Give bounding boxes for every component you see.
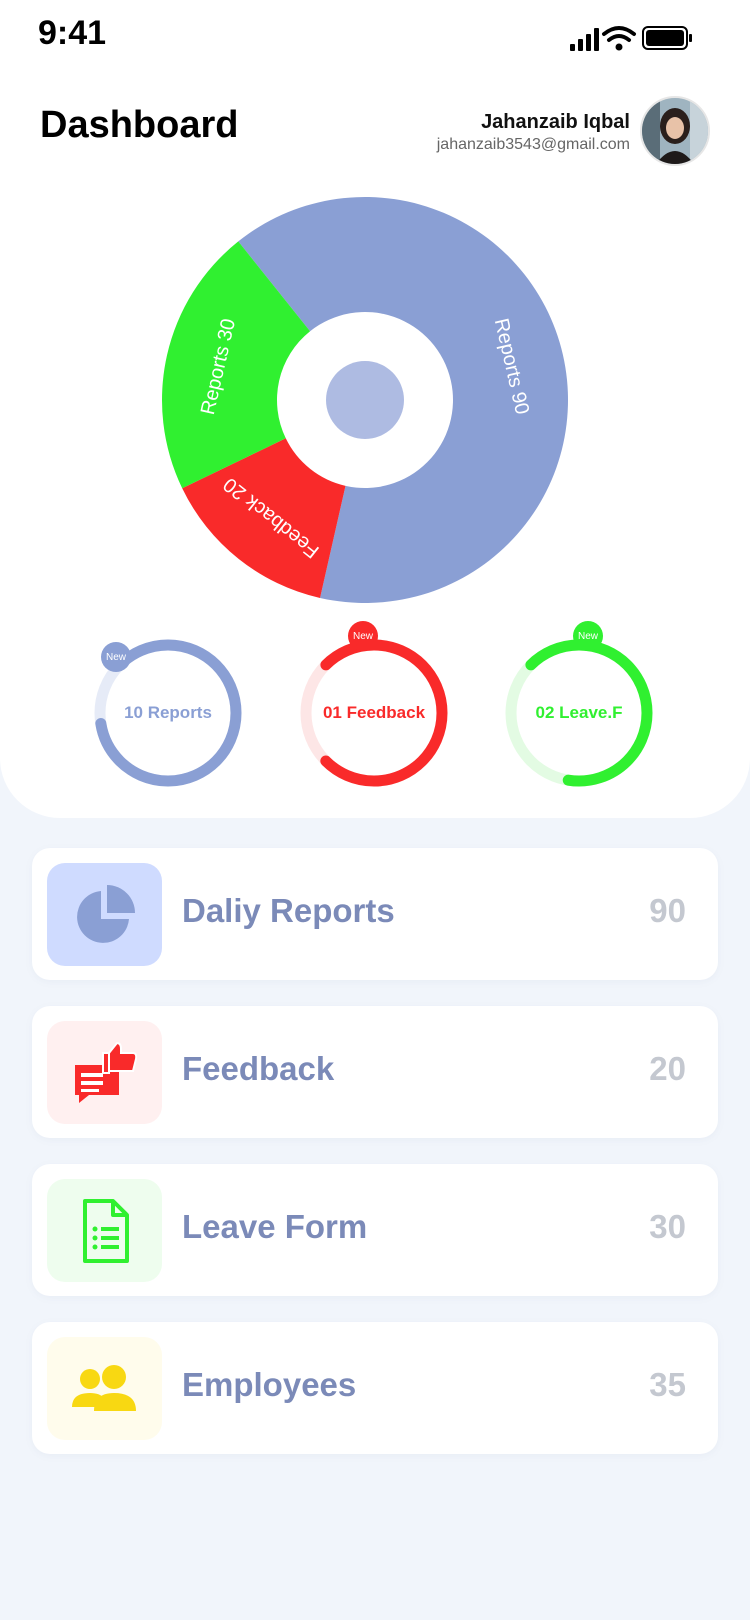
- summary-rings: 10 Reports New 01 Feedback New 02 Leave.…: [0, 615, 750, 795]
- list-item-label: Feedback: [182, 1050, 335, 1087]
- list-item-employees[interactable]: Employees 35: [32, 1322, 718, 1454]
- ring-feedback[interactable]: 01 Feedback New: [294, 621, 454, 793]
- ring-feedback-label: 01 Feedback: [322, 703, 426, 722]
- users-icon: [47, 1337, 162, 1440]
- list-item-label: Employees: [182, 1366, 357, 1403]
- top-card: 9:41 Dashboard Jahanzaib Iqbal jahanzaib: [0, 0, 750, 818]
- list-item-label: Daliy Reports: [182, 892, 395, 929]
- list-item-leave-form[interactable]: Leave Form 30: [32, 1164, 718, 1296]
- wifi-icon: [602, 26, 636, 51]
- pie-chart-icon: [47, 863, 162, 966]
- status-time: 9:41: [38, 14, 107, 52]
- donut-svg: Reports 90Feedback 20Reports 30: [162, 196, 569, 603]
- user-name: Jahanzaib Iqbal: [481, 111, 630, 133]
- battery-icon: [642, 26, 692, 50]
- signal-icon: [570, 28, 599, 51]
- list-item-value: 90: [649, 892, 686, 929]
- list-item-label: Leave Form: [182, 1208, 368, 1245]
- ring-leave-new-badge: New: [573, 621, 603, 651]
- avatar[interactable]: [640, 96, 710, 166]
- list-item-feedback[interactable]: Feedback 20: [32, 1006, 718, 1138]
- list-item-value: 20: [649, 1050, 686, 1087]
- ring-feedback-new-badge: New: [348, 621, 378, 651]
- avatar-photo-icon: [642, 98, 708, 164]
- list-item-value: 35: [649, 1366, 686, 1403]
- ring-leave[interactable]: 02 Leave.F New: [499, 621, 659, 793]
- status-bar: 9:41: [0, 0, 750, 80]
- donut-center-dot: [326, 361, 404, 439]
- user-profile[interactable]: Jahanzaib Iqbal jahanzaib3543@gmail.com: [437, 110, 630, 156]
- ring-leave-label: 02 Leave.F: [535, 703, 623, 722]
- feedback-thumbs-up-icon: [47, 1021, 162, 1124]
- ring-reports[interactable]: 10 Reports New: [88, 633, 248, 793]
- page-title: Dashboard: [40, 104, 239, 146]
- document-list-icon: [47, 1179, 162, 1282]
- status-icons: [570, 26, 692, 51]
- donut-chart: Reports 90 Feedback 20 Reports 30: [150, 185, 580, 615]
- list-item-daily-reports[interactable]: Daliy Reports 90: [32, 848, 718, 980]
- ring-reports-new-badge: New: [101, 642, 131, 672]
- list-item-value: 30: [649, 1208, 686, 1245]
- user-email: jahanzaib3543@gmail.com: [436, 136, 630, 153]
